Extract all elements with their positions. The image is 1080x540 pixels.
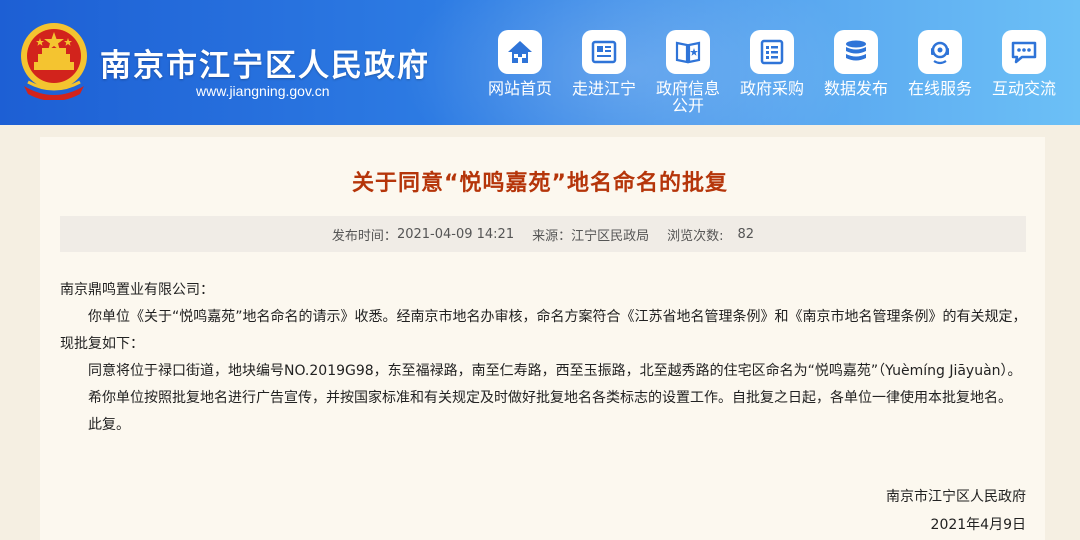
nav-item-interaction[interactable]: 互动交流	[982, 30, 1066, 97]
site-url[interactable]: www.jiangning.gov.cn	[196, 83, 330, 99]
paragraph: 希你单位按照批复地名进行广告宣传，并按国家标准和有关规定及时做好批复地名各类标志…	[88, 390, 1012, 406]
signature-date: 2021年4月9日	[930, 517, 1026, 533]
nav-item-home[interactable]: 网站首页	[478, 30, 562, 97]
views-label: 浏览次数:	[667, 228, 724, 244]
nav-item-label: 政府采购	[739, 79, 804, 98]
paragraph: 你单位《关于“悦鸣嘉苑”地名命名的请示》收悉。经南京市地名办审核，命名方案符合《…	[60, 309, 1027, 352]
nav-item-label: 网站首页	[487, 79, 552, 98]
nav-item-label: 政府信息公开	[655, 79, 720, 115]
database-icon	[834, 30, 878, 74]
site-title[interactable]: 南京市江宁区人民政府	[100, 40, 430, 85]
site-header: 南京市江宁区人民政府 www.jiangning.gov.cn 网站首页 走进江…	[0, 0, 1080, 125]
national-emblem-icon	[21, 23, 87, 100]
nav-item-about[interactable]: 走进江宁	[562, 30, 646, 97]
nav-item-label: 在线服务	[907, 79, 972, 98]
nav-item-procurement[interactable]: 政府采购	[730, 30, 814, 97]
main-nav: 网站首页 走进江宁 政府信息公开 政府采购 数据发布 在线服务 互动交流	[478, 30, 1078, 120]
paragraph: 同意将位于禄口街道，地块编号NO.2019G98，东至福禄路，南至仁寿路，西至玉…	[88, 363, 1022, 379]
article-title: 关于同意“悦鸣嘉苑”地名命名的批复	[352, 171, 728, 196]
paragraph: 此复。	[88, 417, 130, 433]
source-label: 来源：	[532, 228, 572, 244]
article-meta-bar: 发布时间： 2021-04-09 14:21 来源： 江宁区民政局 浏览次数: …	[60, 216, 1026, 252]
book-icon	[666, 30, 710, 74]
signature: 南京市江宁区人民政府	[886, 489, 1026, 505]
published-label: 发布时间：	[331, 228, 397, 244]
nav-item-label: 互动交流	[991, 79, 1056, 98]
nav-item-data[interactable]: 数据发布	[814, 30, 898, 97]
views-count: 82	[737, 226, 755, 242]
published-time: 2021-04-09 14:21	[396, 226, 515, 242]
salutation: 南京鼎鸣置业有限公司：	[60, 282, 214, 298]
nav-item-label: 走进江宁	[571, 79, 636, 98]
chat-icon	[1002, 30, 1046, 74]
nav-item-disclosure[interactable]: 政府信息公开	[646, 30, 730, 114]
nav-item-label: 数据发布	[823, 79, 888, 98]
article-body: 南京鼎鸣置业有限公司： 你单位《关于“悦鸣嘉苑”地名命名的请示》收悉。经南京市地…	[60, 277, 1030, 439]
headset-icon	[918, 30, 962, 74]
newspaper-icon	[582, 30, 626, 74]
home-icon	[498, 30, 542, 74]
source-value: 江宁区民政局	[571, 228, 650, 244]
nav-item-service[interactable]: 在线服务	[898, 30, 982, 97]
list-icon	[750, 30, 794, 74]
